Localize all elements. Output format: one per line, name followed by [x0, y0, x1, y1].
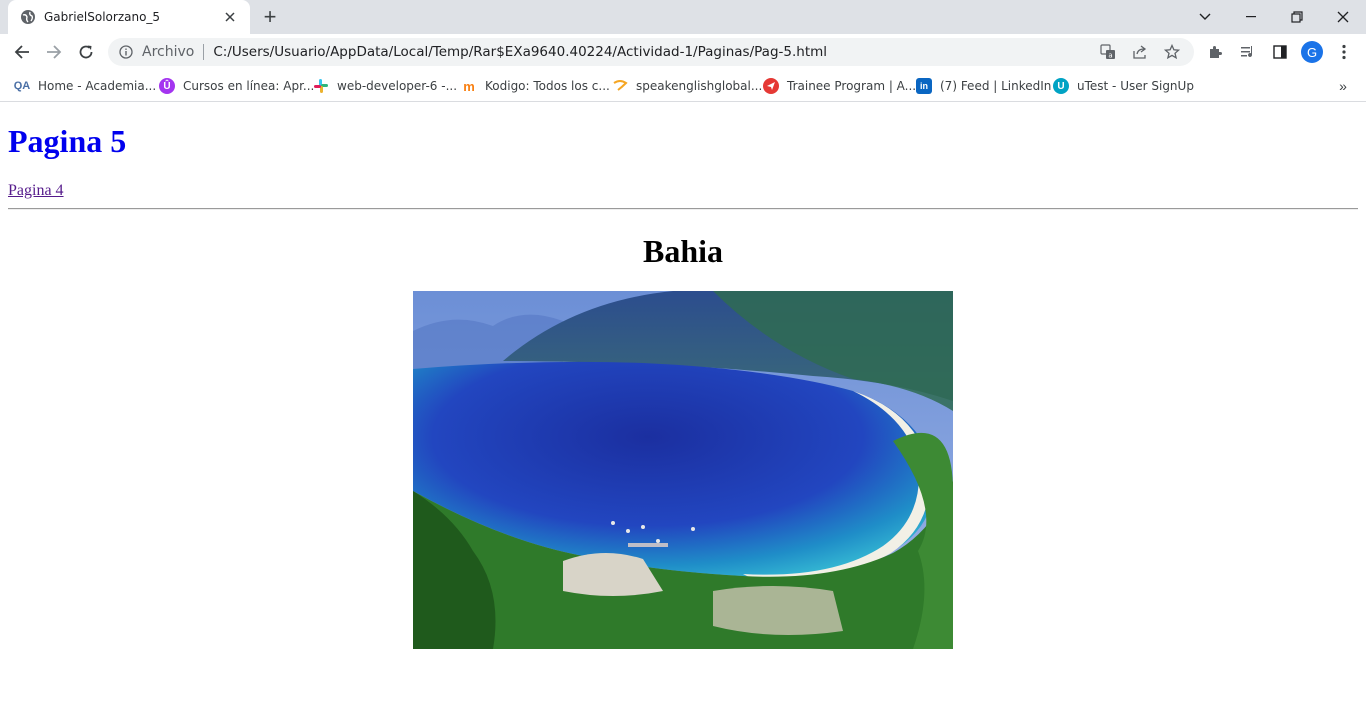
page-content: Pagina 5 Pagina 4 Bahia [0, 103, 1366, 728]
window-close-icon[interactable] [1320, 0, 1366, 34]
link-pagina-4[interactable]: Pagina 4 [8, 182, 64, 200]
globe-icon [20, 9, 36, 25]
tab-title: GabrielSolorzano_5 [44, 10, 161, 24]
tab-search-chevron-icon[interactable] [1182, 0, 1228, 34]
bookmark-label: (7) Feed | LinkedIn [940, 79, 1052, 93]
url-scheme-label: Archivo [142, 44, 195, 60]
back-arrow-icon[interactable] [8, 38, 36, 66]
close-tab-icon[interactable] [220, 7, 240, 27]
kebab-menu-icon[interactable] [1328, 38, 1360, 66]
omnibox-actions: a [1092, 38, 1188, 66]
forward-arrow-icon[interactable] [40, 38, 68, 66]
extensions-puzzle-icon[interactable] [1200, 38, 1232, 66]
svg-text:a: a [1108, 52, 1112, 60]
url-divider [203, 44, 205, 60]
bookmark-home-academia[interactable]: QA Home - Academia... [8, 74, 162, 98]
bookmark-label: Cursos en línea: Apr... [183, 79, 315, 93]
share-icon[interactable] [1124, 38, 1156, 66]
bookmark-linkedin[interactable]: in (7) Feed | LinkedIn [910, 74, 1057, 98]
udemy-icon: Û [159, 78, 175, 94]
bookmark-label: Trainee Program | A... [787, 79, 917, 93]
new-tab-button[interactable]: + [257, 4, 283, 29]
bookmark-label: uTest - User SignUp [1077, 79, 1194, 93]
bookmark-label: speakenglishglobal... [636, 79, 763, 93]
page-title: Pagina 5 [8, 123, 127, 159]
browser-toolbar: Archivo C:/Users/Usuario/AppData/Local/T… [0, 34, 1366, 70]
restore-icon[interactable] [1274, 0, 1320, 34]
trainee-icon [763, 78, 779, 94]
address-bar[interactable]: Archivo C:/Users/Usuario/AppData/Local/T… [108, 38, 1194, 66]
utest-icon: U [1053, 78, 1069, 94]
bookmark-kodigo[interactable]: m Kodigo: Todos los c... [455, 74, 616, 98]
side-panel-icon[interactable] [1264, 38, 1296, 66]
profile-avatar[interactable]: G [1296, 38, 1328, 66]
speakenglish-icon [612, 78, 628, 94]
bay-photo [413, 291, 953, 649]
reload-icon[interactable] [72, 38, 100, 66]
bookmark-cursos-en-linea[interactable]: Û Cursos en línea: Apr... [153, 74, 320, 98]
bookmarks-overflow-icon[interactable]: » [1330, 74, 1356, 98]
bookmark-speakenglish[interactable]: speakenglishglobal... [606, 74, 768, 98]
academia-icon: QA [13, 80, 31, 92]
bookmark-label: Kodigo: Todos los c... [485, 79, 610, 93]
active-tab[interactable]: GabrielSolorzano_5 [8, 0, 250, 34]
bookmarks-bar: QA Home - Academia... Û Cursos en línea:… [0, 70, 1366, 102]
bookmark-utest[interactable]: U uTest - User SignUp [1047, 74, 1200, 98]
url-text[interactable]: C:/Users/Usuario/AppData/Local/Temp/Rar$… [213, 44, 827, 60]
tab-strip: GabrielSolorzano_5 + [0, 0, 1366, 34]
horizontal-rule [8, 208, 1358, 210]
linkedin-icon: in [916, 78, 932, 94]
section-heading: Bahia [642, 233, 724, 269]
media-controls-icon[interactable] [1232, 38, 1264, 66]
profile-initial: G [1301, 41, 1323, 63]
translate-icon[interactable]: a [1092, 38, 1124, 66]
bookmark-star-icon[interactable] [1156, 38, 1188, 66]
moodle-icon: m [463, 78, 475, 94]
slack-icon [313, 78, 329, 94]
bookmark-label: web-developer-6 -... [337, 79, 458, 93]
info-icon[interactable] [118, 44, 134, 60]
minimize-icon[interactable] [1228, 0, 1274, 34]
bookmark-web-developer[interactable]: web-developer-6 -... [307, 74, 463, 98]
bookmark-trainee-program[interactable]: Trainee Program | A... [757, 74, 922, 98]
bookmark-label: Home - Academia... [38, 79, 157, 93]
